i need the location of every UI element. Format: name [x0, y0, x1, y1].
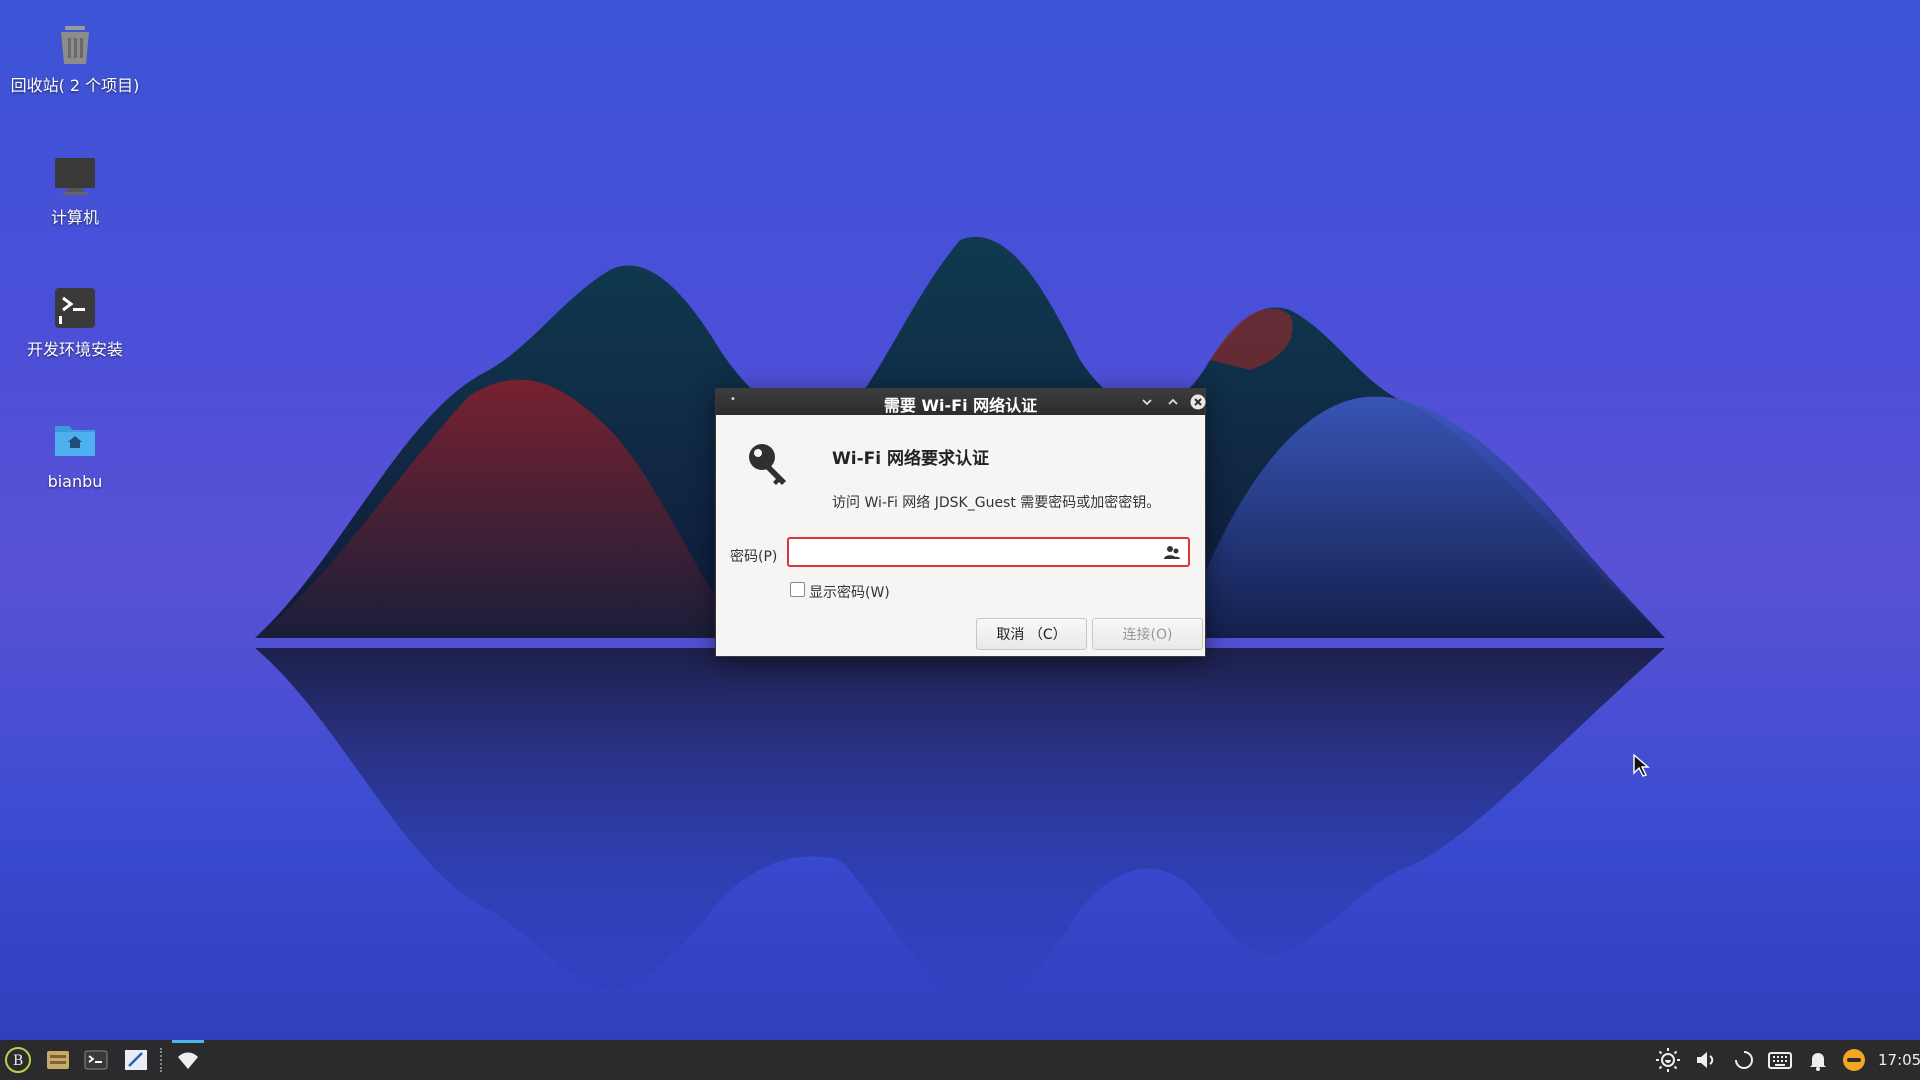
password-input[interactable]: [787, 537, 1190, 567]
trash-icon: [61, 26, 89, 64]
clock[interactable]: 17:05: [1878, 1051, 1920, 1069]
home-folder-icon: [55, 426, 95, 456]
user-account-icon[interactable]: [1840, 1046, 1868, 1074]
cancel-button[interactable]: 取消 （C）: [976, 618, 1087, 650]
notification-bell-icon[interactable]: [1804, 1046, 1832, 1074]
password-label: 密码(P): [730, 549, 778, 565]
dialog-title: 需要 Wi-Fi 网络认证: [883, 396, 1038, 415]
terminal-app-icon[interactable]: [82, 1046, 110, 1074]
wifi-icon[interactable]: [174, 1046, 202, 1074]
taskbar: B 17:05: [0, 1040, 1920, 1080]
desktop-icon-dev-setup[interactable]: 开发环境安装: [10, 284, 140, 362]
keyboard-icon[interactable]: [1766, 1046, 1794, 1074]
dialog-description: 访问 Wi-Fi 网络 JDSK_Guest 需要密码或加密密钥。: [832, 495, 1161, 511]
show-password-label[interactable]: 显示密码(W): [809, 582, 890, 602]
active-task-indicator: [172, 1040, 204, 1043]
brightness-icon[interactable]: [1654, 1046, 1682, 1074]
desktop-icon-label: bianbu: [47, 472, 103, 491]
dialog-titlebar[interactable]: • 需要 Wi-Fi 网络认证: [716, 389, 1207, 415]
show-password-checkbox[interactable]: [790, 582, 805, 597]
desktop: 回收站( 2 个项目) 计算机 开发环境安装 bianbu • 需要 Wi-Fi: [0, 0, 1920, 1040]
terminal-icon: [55, 288, 95, 328]
desktop-icon-label: 回收站( 2 个项目): [10, 76, 140, 95]
volume-icon[interactable]: [1692, 1046, 1720, 1074]
taskbar-separator: [160, 1048, 163, 1072]
key-icon: [749, 444, 786, 485]
desktop-icon-trash[interactable]: 回收站( 2 个项目): [10, 20, 140, 98]
wifi-auth-dialog: • 需要 Wi-Fi 网络认证 Wi-Fi 网络要求认证 访问 Wi-Fi 网络…: [715, 388, 1206, 657]
minimize-icon[interactable]: [1138, 393, 1156, 411]
desktop-icon-label: 开发环境安装: [26, 340, 123, 359]
desktop-icon-computer[interactable]: 计算机: [10, 152, 140, 230]
dialog-heading: Wi-Fi 网络要求认证: [832, 449, 989, 469]
connect-button[interactable]: 连接(O): [1092, 618, 1203, 650]
file-manager-icon[interactable]: [44, 1046, 72, 1074]
desktop-icon-home-folder[interactable]: bianbu: [10, 416, 140, 494]
mouse-cursor-icon: [1633, 753, 1650, 777]
network-connecting-icon[interactable]: [1730, 1046, 1758, 1074]
text-editor-icon[interactable]: [122, 1046, 150, 1074]
svg-text:B: B: [13, 1053, 23, 1069]
user-options-icon[interactable]: [1163, 544, 1181, 562]
maximize-icon[interactable]: [1164, 393, 1182, 411]
computer-icon: [55, 158, 95, 195]
start-menu-icon[interactable]: B: [4, 1046, 32, 1074]
desktop-icon-label: 计算机: [50, 208, 99, 227]
close-icon[interactable]: [1189, 393, 1207, 411]
